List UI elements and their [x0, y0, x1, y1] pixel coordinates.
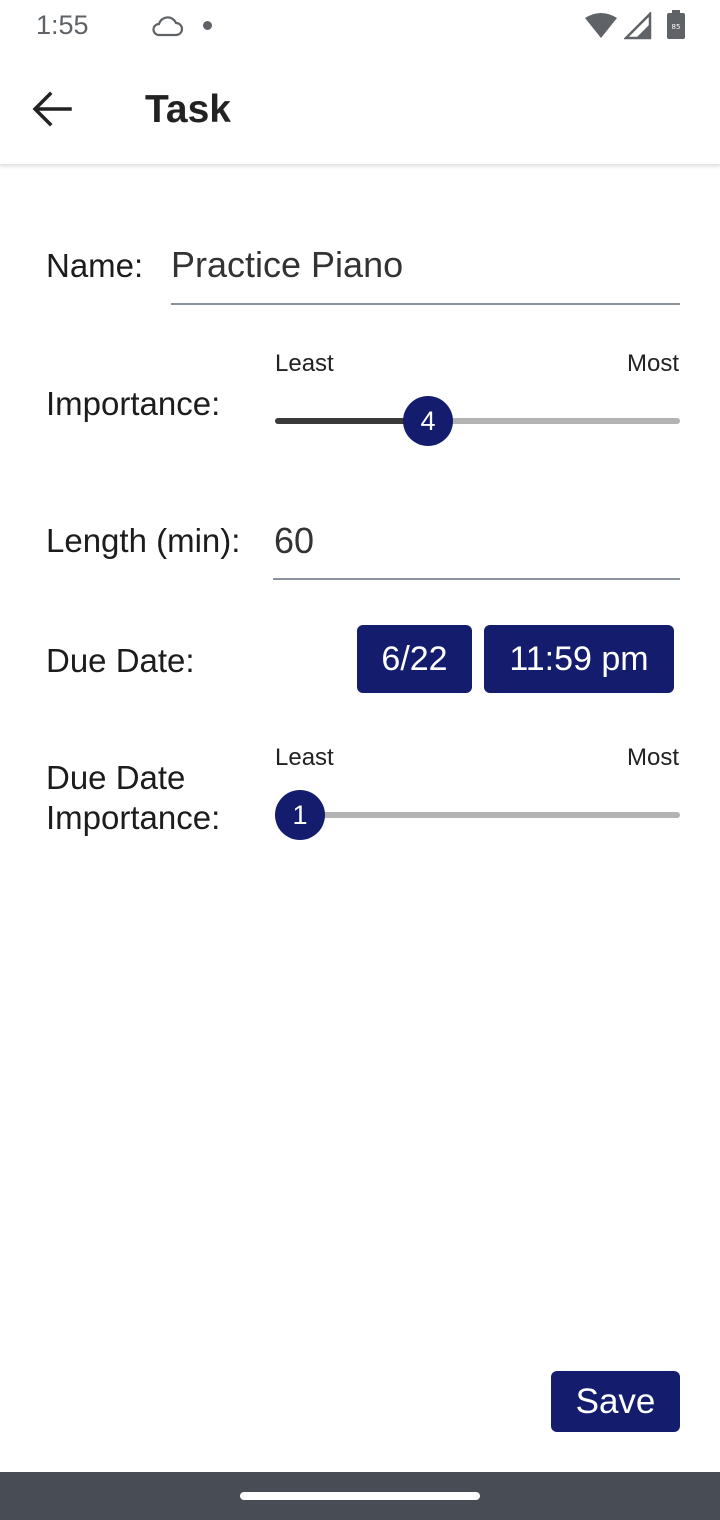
length-underline — [273, 578, 680, 580]
due-date-importance-slider[interactable]: 1 — [275, 790, 680, 840]
due-date-button[interactable]: 6/22 — [357, 625, 472, 693]
signal-icon — [624, 12, 652, 40]
name-value: Practice Piano — [171, 244, 404, 285]
importance-most-label: Most — [626, 350, 679, 377]
name-underline — [171, 303, 680, 305]
length-input[interactable]: 60 — [273, 512, 680, 582]
due-time-button[interactable]: 11:59 pm — [484, 625, 674, 693]
importance-label: Importance: — [46, 385, 221, 422]
due-date-importance-slider-track — [275, 812, 680, 818]
arrow-left-icon[interactable] — [30, 89, 74, 129]
importance-slider[interactable]: 4 — [275, 396, 680, 446]
importance-least-label: Least — [275, 350, 334, 377]
due-date-importance-least-label: Least — [275, 744, 334, 771]
notification-dot-icon — [203, 21, 212, 30]
length-value: 60 — [274, 520, 315, 561]
cloud-icon — [152, 16, 184, 37]
due-date-importance-label-line2: Importance: — [46, 799, 221, 836]
home-gesture-handle[interactable] — [240, 1492, 480, 1500]
battery-icon: 85 — [667, 10, 685, 39]
page-title: Task — [145, 88, 231, 131]
wifi-icon — [585, 13, 617, 38]
due-date-label: Due Date: — [46, 642, 195, 679]
name-label: Name: — [46, 247, 144, 284]
due-date-importance-slider-thumb[interactable]: 1 — [275, 790, 325, 840]
name-input[interactable]: Practice Piano — [171, 236, 680, 306]
save-button[interactable]: Save — [551, 1371, 680, 1432]
due-date-importance-most-label: Most — [626, 744, 679, 771]
length-label: Length (min): — [46, 522, 241, 559]
battery-level-text: 85 — [672, 23, 681, 31]
status-bar: 1:55 85 — [0, 0, 720, 52]
status-time: 1:55 — [36, 10, 89, 40]
due-date-importance-label-line1: Due Date — [46, 759, 186, 796]
importance-slider-thumb[interactable]: 4 — [403, 396, 453, 446]
app-bar: Task — [0, 52, 720, 165]
system-nav-bar — [0, 1472, 720, 1520]
